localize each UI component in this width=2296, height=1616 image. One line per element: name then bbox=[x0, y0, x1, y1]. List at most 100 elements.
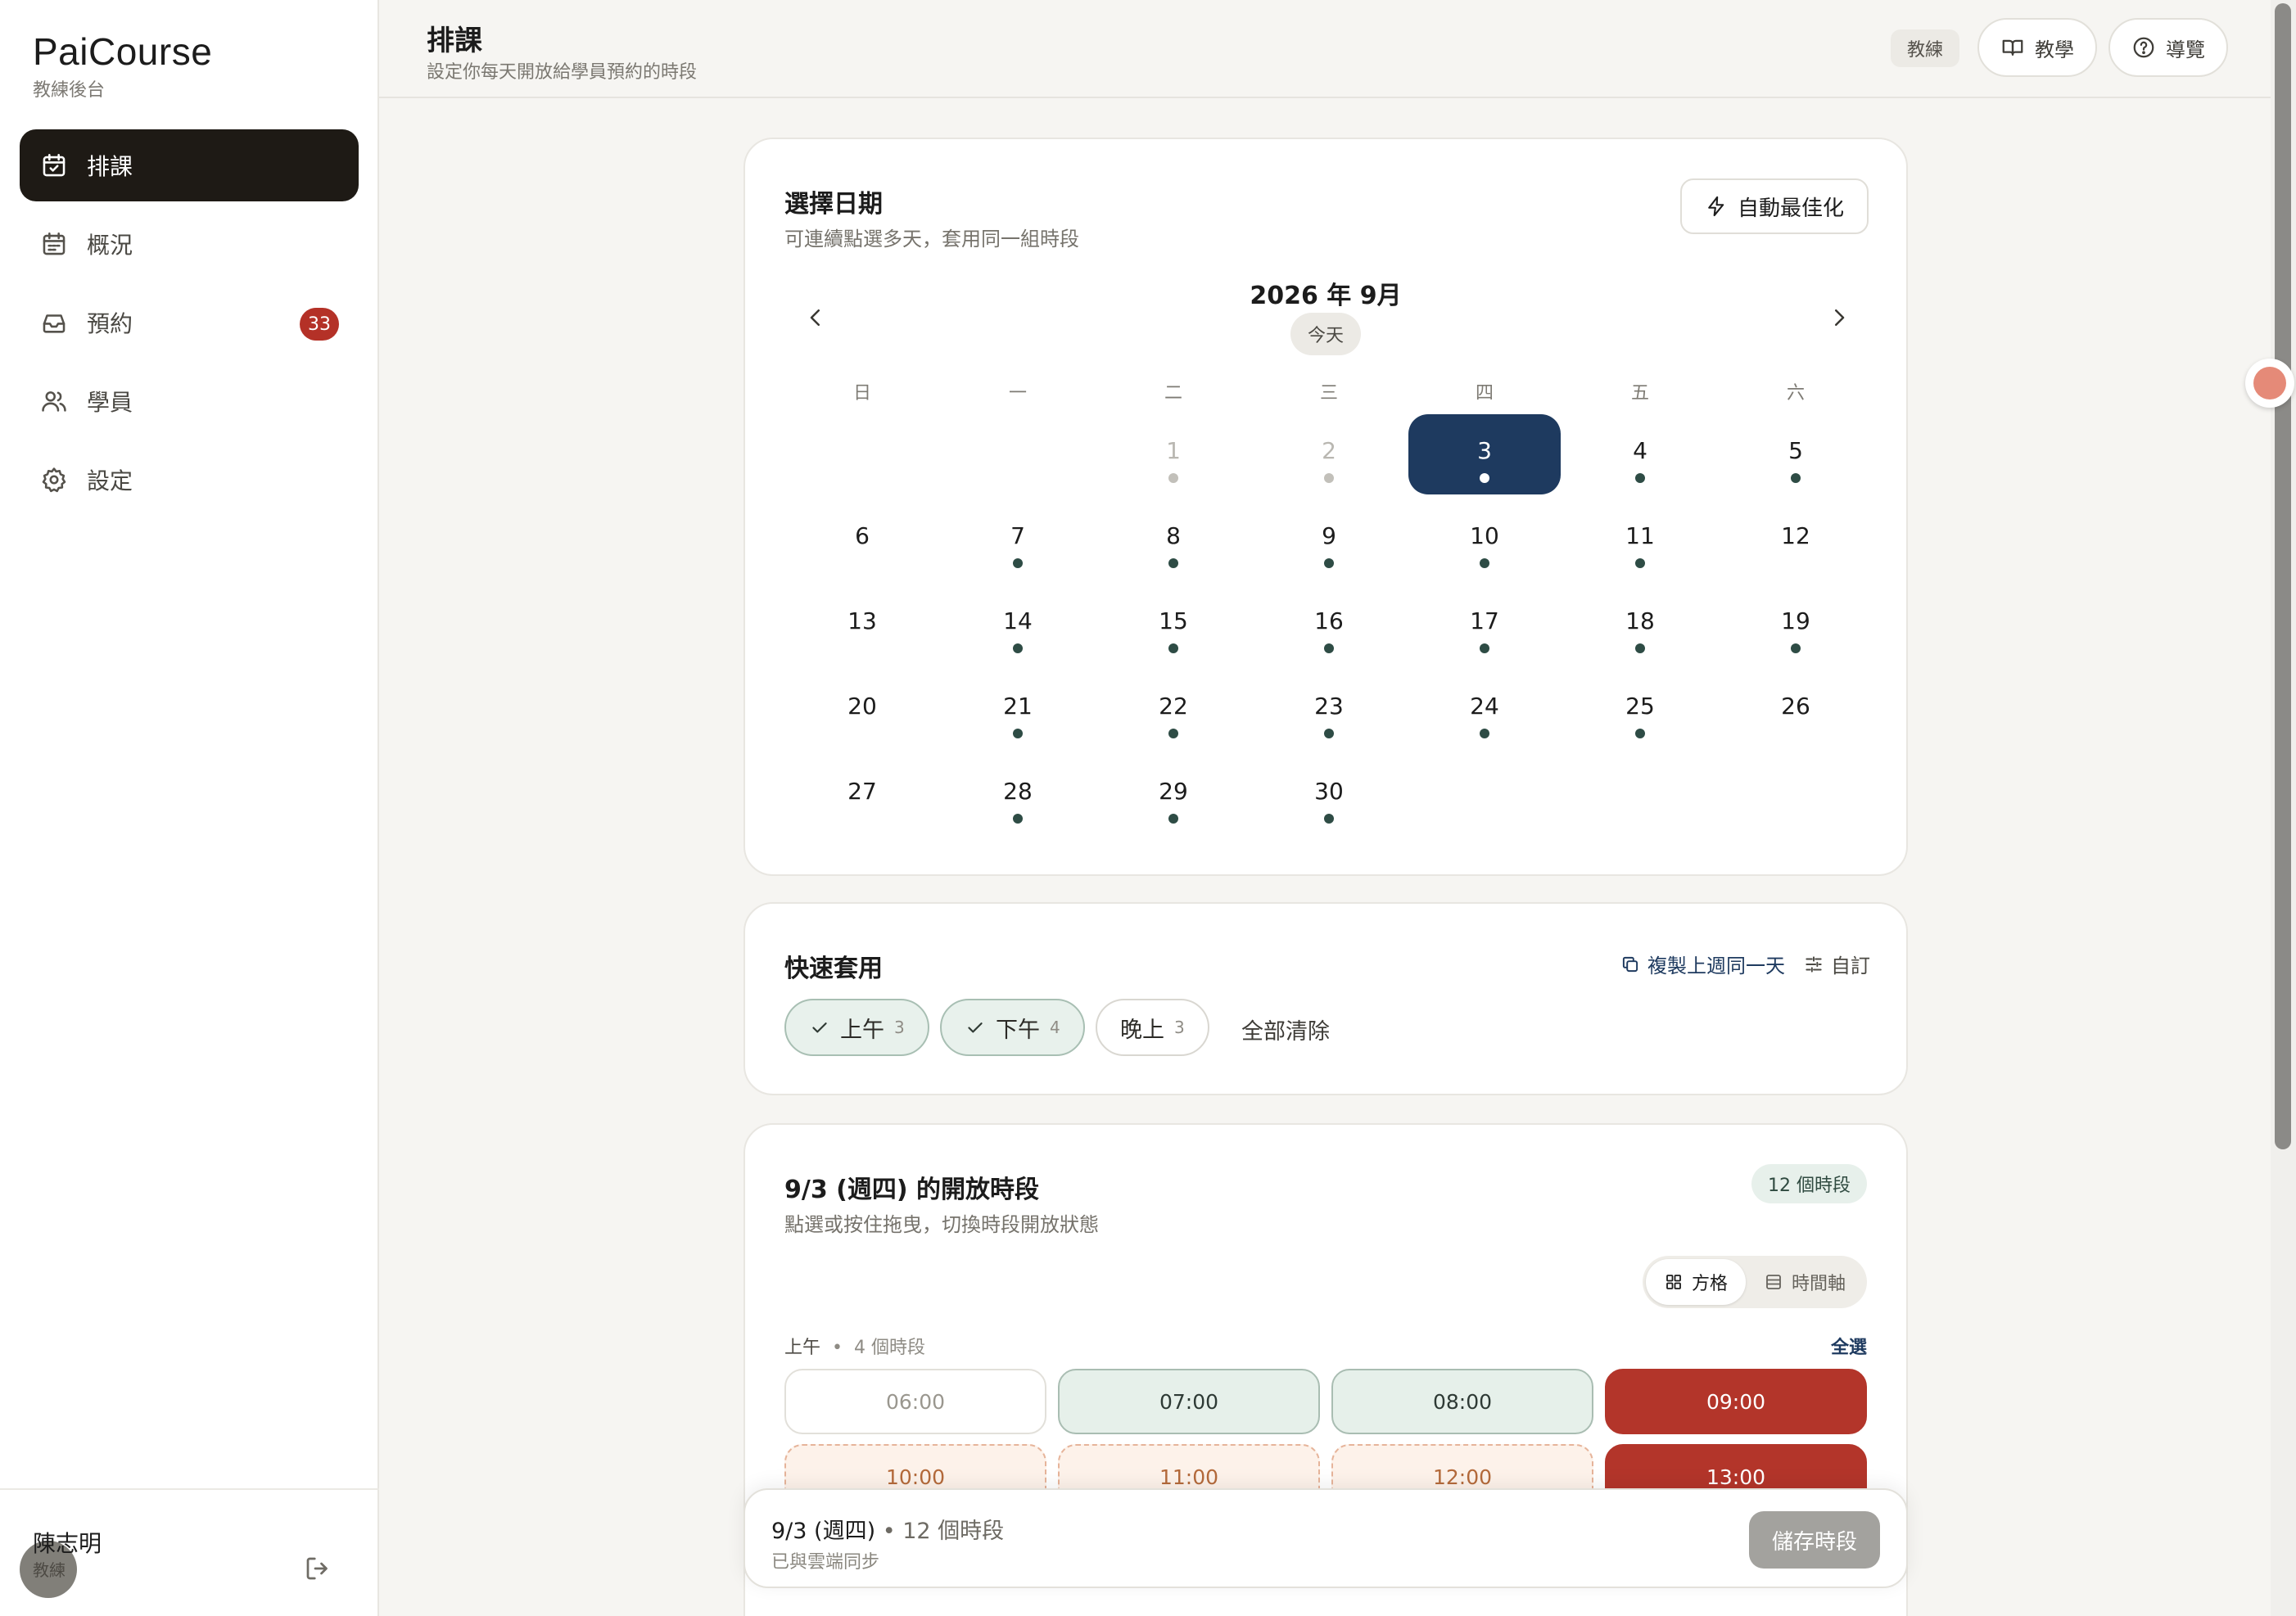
logout-icon[interactable] bbox=[303, 1554, 332, 1583]
day-number: 22 bbox=[1159, 693, 1188, 720]
tutorial-button[interactable]: 教學 bbox=[1977, 18, 2097, 77]
availability-dot bbox=[1480, 643, 1489, 653]
sidebar-item-schedule[interactable]: 排課 bbox=[20, 129, 359, 201]
calendar-day[interactable]: 9 bbox=[1253, 499, 1405, 580]
day-number: 9 bbox=[1322, 522, 1336, 549]
calendar-day[interactable]: 8 bbox=[1097, 499, 1250, 580]
calendar-day[interactable]: 29 bbox=[1097, 755, 1250, 835]
chip-count: 3 bbox=[894, 1018, 905, 1037]
sync-status: 已與雲端同步 bbox=[771, 1552, 880, 1573]
calendar-day[interactable]: 27 bbox=[786, 755, 938, 835]
weekday-label: 三 bbox=[1319, 383, 1338, 404]
page-scrollbar[interactable] bbox=[2275, 3, 2291, 1149]
day-number: 19 bbox=[1781, 607, 1810, 634]
sidebar-item-label: 設定 bbox=[87, 467, 133, 494]
slots-title: 9/3 (週四) 的開放時段 bbox=[784, 1176, 1040, 1204]
sidebar: PaiCourse 教練後台 排課 概況 預約 33 學員 設定 陳志明 教練 bbox=[0, 0, 379, 1616]
user-role: 教練 bbox=[33, 1560, 66, 1580]
calendar-day[interactable]: 12 bbox=[1720, 499, 1872, 580]
sidebar-item-label: 概況 bbox=[87, 232, 133, 259]
chip-morning[interactable]: 上午 3 bbox=[784, 999, 929, 1056]
time-slot[interactable]: 07:00 bbox=[1058, 1369, 1320, 1434]
weekday-label: 四 bbox=[1475, 383, 1494, 404]
availability-dot bbox=[1635, 473, 1645, 483]
calendar-day[interactable]: 25 bbox=[1564, 670, 1716, 750]
slots-subtitle: 點選或按住拖曳，切換時段開放狀態 bbox=[784, 1213, 1099, 1236]
today-button[interactable]: 今天 bbox=[1290, 313, 1361, 355]
calendar-day[interactable]: 20 bbox=[786, 670, 938, 750]
time-slot[interactable]: 08:00 bbox=[1331, 1369, 1593, 1434]
day-number: 17 bbox=[1470, 607, 1499, 634]
view-grid-option[interactable]: 方格 bbox=[1645, 1259, 1746, 1305]
calendar-day[interactable]: 16 bbox=[1253, 585, 1405, 665]
calendar-day[interactable]: 21 bbox=[942, 670, 1094, 750]
calendar-day[interactable]: 7 bbox=[942, 499, 1094, 580]
day-number: 1 bbox=[1166, 437, 1181, 464]
save-slots-button[interactable]: 儲存時段 bbox=[1748, 1511, 1880, 1569]
day-number: 23 bbox=[1314, 693, 1344, 720]
calendar-day[interactable]: 28 bbox=[942, 755, 1094, 835]
availability-dot bbox=[1635, 558, 1645, 568]
day-number: 21 bbox=[1003, 693, 1033, 720]
calendar-day[interactable]: 30 bbox=[1253, 755, 1405, 835]
calendar-day[interactable]: 5 bbox=[1720, 414, 1872, 494]
chip-afternoon[interactable]: 下午 4 bbox=[940, 999, 1085, 1056]
section-label: 上午 • 4 個時段 bbox=[784, 1338, 925, 1358]
calendar-day[interactable]: 4 bbox=[1564, 414, 1716, 494]
availability-dot bbox=[1168, 558, 1178, 568]
assistant-widget[interactable] bbox=[2245, 359, 2294, 408]
day-number: 3 bbox=[1477, 437, 1492, 464]
weekday-label: 二 bbox=[1164, 383, 1182, 404]
sidebar-item-bookings[interactable]: 預約 33 bbox=[20, 287, 359, 359]
save-bar-count: 12 個時段 bbox=[902, 1519, 1005, 1544]
calendar-day[interactable]: 11 bbox=[1564, 499, 1716, 580]
slots-count-badge: 12 個時段 bbox=[1751, 1164, 1867, 1203]
users-icon bbox=[39, 386, 69, 416]
chip-evening[interactable]: 晚上 3 bbox=[1096, 999, 1209, 1056]
availability-dot bbox=[1791, 643, 1801, 653]
day-number: 26 bbox=[1781, 693, 1810, 720]
availability-dot bbox=[1324, 814, 1334, 824]
sidebar-item-overview[interactable]: 概況 bbox=[20, 208, 359, 280]
sidebar-item-students[interactable]: 學員 bbox=[20, 365, 359, 437]
calendar-day[interactable]: 24 bbox=[1408, 670, 1561, 750]
calendar-day[interactable]: 1 bbox=[1097, 414, 1250, 494]
sidebar-item-label: 學員 bbox=[87, 389, 133, 416]
calendar-day[interactable]: 18 bbox=[1564, 585, 1716, 665]
clear-all-button[interactable]: 全部清除 bbox=[1241, 1013, 1330, 1045]
day-number: 12 bbox=[1781, 522, 1810, 549]
page-title: 排課 bbox=[427, 25, 482, 57]
sidebar-item-settings[interactable]: 設定 bbox=[20, 444, 359, 516]
availability-dot bbox=[1013, 643, 1023, 653]
next-month-button[interactable] bbox=[1823, 301, 1855, 334]
list-icon bbox=[1766, 1275, 1781, 1289]
section-name: 上午 bbox=[784, 1338, 821, 1358]
calendar-day[interactable]: 13 bbox=[786, 585, 938, 665]
calendar-day[interactable]: 2 bbox=[1253, 414, 1405, 494]
user-name: 陳志明 bbox=[33, 1530, 102, 1557]
month-label: 2026 年 9月 bbox=[1250, 282, 1402, 310]
day-number: 29 bbox=[1159, 778, 1188, 805]
calendar-day[interactable]: 6 bbox=[786, 499, 938, 580]
calendar-day[interactable]: 22 bbox=[1097, 670, 1250, 750]
view-timeline-option[interactable]: 時間軸 bbox=[1746, 1259, 1864, 1305]
auto-optimize-button[interactable]: 自動最佳化 bbox=[1679, 178, 1869, 234]
custom-button[interactable]: 自訂 bbox=[1803, 950, 1870, 978]
tour-button[interactable]: 導覽 bbox=[2108, 18, 2228, 77]
check-icon bbox=[968, 1022, 983, 1033]
time-slot[interactable]: 06:00 bbox=[784, 1369, 1046, 1434]
calendar-day[interactable]: 23 bbox=[1253, 670, 1405, 750]
calendar-day[interactable]: 15 bbox=[1097, 585, 1250, 665]
time-slot[interactable]: 09:00 bbox=[1605, 1369, 1867, 1434]
calendar-day[interactable]: 17 bbox=[1408, 585, 1561, 665]
day-number: 6 bbox=[855, 522, 870, 549]
calendar-day-selected[interactable]: 3 bbox=[1408, 414, 1561, 494]
select-all-button[interactable]: 全選 bbox=[1831, 1333, 1867, 1359]
copy-last-week-button[interactable]: 複製上週同一天 bbox=[1620, 950, 1785, 978]
calendar-day[interactable]: 14 bbox=[942, 585, 1094, 665]
calendar-day[interactable]: 26 bbox=[1720, 670, 1872, 750]
calendar-subtitle: 可連續點選多天，套用同一組時段 bbox=[784, 228, 1079, 251]
calendar-day[interactable]: 19 bbox=[1720, 585, 1872, 665]
calendar-day[interactable]: 10 bbox=[1408, 499, 1561, 580]
auto-optimize-label: 自動最佳化 bbox=[1737, 196, 1844, 221]
